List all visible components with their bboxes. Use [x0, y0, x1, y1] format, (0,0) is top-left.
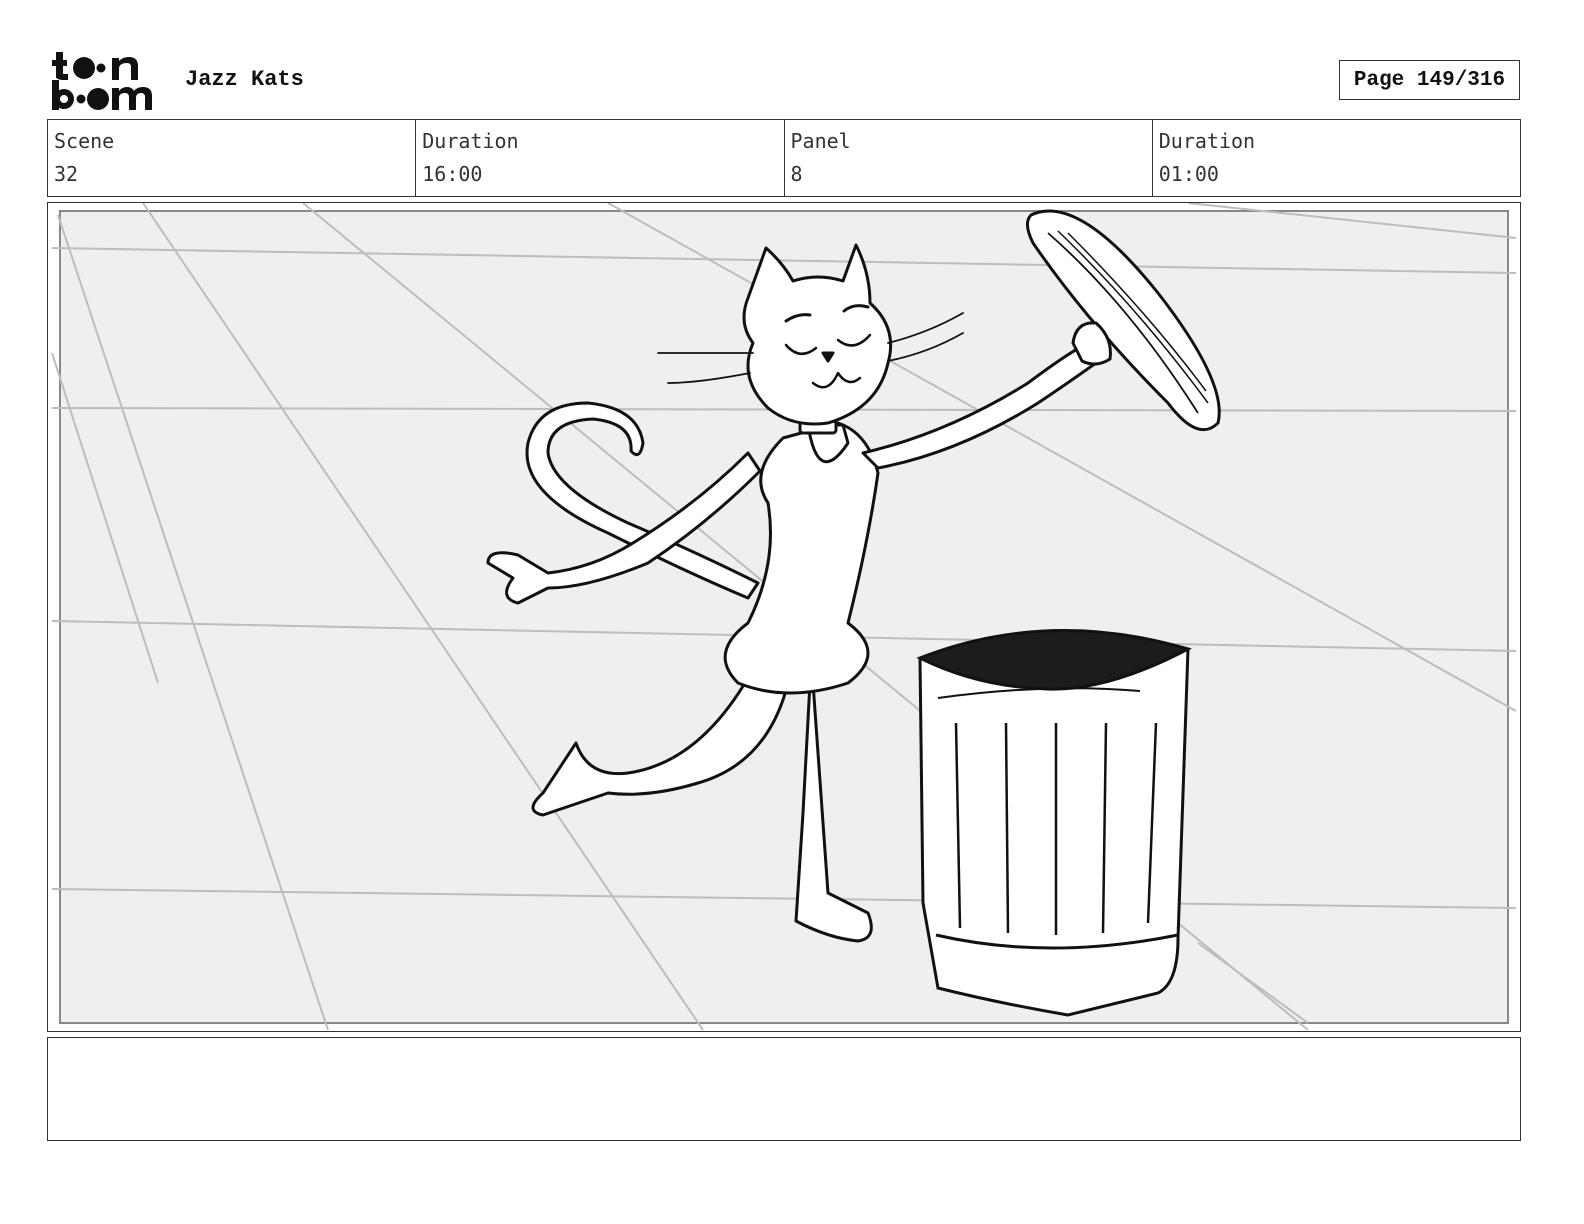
page-indicator: Page 149/316 [1339, 60, 1520, 100]
project-title: Jazz Kats [185, 67, 304, 92]
panel-label: Panel [790, 129, 851, 153]
panel-notes-box[interactable] [47, 1037, 1521, 1141]
storyboard-panel [47, 202, 1521, 1032]
scene-label: Scene [54, 129, 115, 153]
panel-duration-value: 01:00 [1158, 162, 1219, 186]
scene-info-row: Scene 32 Duration 16:00 Panel 8 Duration… [47, 119, 1521, 197]
scene-duration-cell: Duration 16:00 [416, 120, 785, 196]
panel-cell: Panel 8 [785, 120, 1153, 196]
toon-boom-logo [52, 52, 152, 110]
page-indicator-text: Page 149/316 [1353, 68, 1506, 92]
trash-can [916, 629, 1192, 1017]
scene-duration-label: Duration [422, 129, 519, 153]
scene-value: 32 [54, 162, 79, 186]
panel-drawing [51, 203, 1517, 1030]
scene-duration-value: 16:00 [422, 162, 483, 186]
panel-duration-label: Duration [1158, 129, 1256, 153]
panel-duration-cell: Duration 01:00 [1153, 120, 1520, 196]
panel-value: 8 [790, 162, 803, 186]
scene-cell: Scene 32 [48, 120, 417, 196]
